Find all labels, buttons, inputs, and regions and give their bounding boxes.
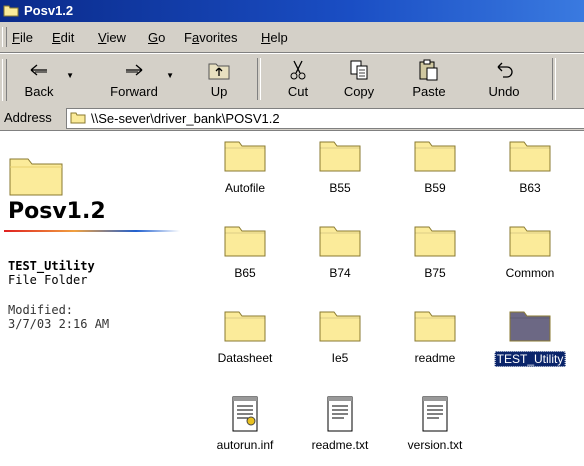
folder-icon xyxy=(508,307,552,346)
item-label: autorun.inf xyxy=(216,438,274,452)
folder-icon xyxy=(318,222,362,261)
folder-icon xyxy=(223,222,267,261)
folder-icon xyxy=(223,137,267,176)
toolbar-separator xyxy=(257,58,261,100)
standard-toolbar: Back ▼ Forward ▼ Up Cut Copy Paste Undo xyxy=(0,53,584,107)
folder-icon xyxy=(3,5,19,17)
folder-item[interactable]: Autofile xyxy=(205,137,285,209)
folder-item[interactable]: readme xyxy=(395,307,475,379)
toolbar-separator xyxy=(552,58,556,100)
item-label: version.txt xyxy=(407,438,463,452)
address-label: Address xyxy=(4,110,52,125)
folder-icon xyxy=(413,307,457,346)
folder-icon xyxy=(318,137,362,176)
item-label: B75 xyxy=(424,266,446,280)
address-input[interactable]: \\Se-sever\driver_bank\POSV1.2 xyxy=(66,108,584,129)
item-label: Common xyxy=(505,266,555,280)
modified-label: Modified: xyxy=(8,303,74,317)
item-label: readme xyxy=(414,351,456,365)
item-label: B63 xyxy=(519,181,541,195)
file-item[interactable]: version.txt xyxy=(395,394,475,466)
folder-title: Posv1.2 xyxy=(8,199,106,224)
item-label: readme.txt xyxy=(311,438,369,452)
undo-icon xyxy=(497,62,513,78)
text-file-icon xyxy=(413,394,457,437)
forward-dropdown-icon[interactable]: ▼ xyxy=(166,71,174,80)
address-path: \\Se-sever\driver_bank\POSV1.2 xyxy=(91,111,280,126)
item-label: B74 xyxy=(329,266,351,280)
menu-edit[interactable]: Edit xyxy=(52,30,74,45)
item-label: Autofile xyxy=(224,181,266,195)
folder-icon xyxy=(70,112,86,124)
cut-button[interactable]: Cut xyxy=(276,56,320,102)
title-divider xyxy=(4,230,180,232)
folder-item[interactable]: B55 xyxy=(300,137,380,209)
selected-item-name: TEST_Utility xyxy=(8,259,95,273)
item-label: Datasheet xyxy=(217,351,273,365)
forward-arrow-icon xyxy=(126,64,143,76)
folder-item[interactable]: B59 xyxy=(395,137,475,209)
menu-grip xyxy=(2,27,7,47)
item-label: B65 xyxy=(234,266,256,280)
up-button[interactable]: Up xyxy=(197,56,241,102)
back-button[interactable]: Back ▼ xyxy=(14,56,74,102)
file-item[interactable]: autorun.inf xyxy=(205,394,285,466)
text-file-icon xyxy=(318,394,362,437)
menu-file[interactable]: File xyxy=(12,30,33,45)
folder-info-pane: Posv1.2 TEST_Utility File Folder Modifie… xyxy=(0,131,200,456)
menu-help[interactable]: Help xyxy=(261,30,288,45)
folder-item[interactable]: TEST_Utility xyxy=(490,307,570,379)
copy-button[interactable]: Copy xyxy=(334,56,384,102)
folder-item[interactable]: B65 xyxy=(205,222,285,294)
item-label: B59 xyxy=(424,181,446,195)
folder-item[interactable]: B63 xyxy=(490,137,570,209)
undo-button[interactable]: Undo xyxy=(480,56,528,102)
menu-go[interactable]: Go xyxy=(148,30,165,45)
address-bar: Address \\Se-sever\driver_bank\POSV1.2 xyxy=(0,106,584,131)
title-bar[interactable]: Posv1.2 xyxy=(0,0,584,22)
toolbar-grip xyxy=(2,59,7,101)
folder-icon xyxy=(9,158,63,196)
up-folder-icon xyxy=(208,63,230,80)
folder-item[interactable]: Ie5 xyxy=(300,307,380,379)
folder-icon xyxy=(223,307,267,346)
menu-bar: File Edit View Go Favorites Help xyxy=(0,22,584,53)
modified-date: 3/7/03 2:16 AM xyxy=(8,317,110,331)
back-dropdown-icon[interactable]: ▼ xyxy=(66,71,74,80)
folder-item[interactable]: B75 xyxy=(395,222,475,294)
folder-icon xyxy=(318,307,362,346)
paste-icon xyxy=(419,59,438,81)
menu-favorites[interactable]: Favorites xyxy=(184,30,237,45)
copy-icon xyxy=(350,60,368,80)
window-title: Posv1.2 xyxy=(24,3,74,18)
folder-icon xyxy=(413,137,457,176)
forward-button[interactable]: Forward ▼ xyxy=(104,56,174,102)
paste-button[interactable]: Paste xyxy=(404,56,454,102)
selected-item-type: File Folder xyxy=(8,273,88,287)
menu-view[interactable]: View xyxy=(98,30,126,45)
settings-file-icon xyxy=(223,394,267,437)
item-label: Ie5 xyxy=(331,351,349,365)
item-label: B55 xyxy=(329,181,351,195)
folder-item[interactable]: B74 xyxy=(300,222,380,294)
folder-icon xyxy=(508,222,552,261)
folder-item[interactable]: Datasheet xyxy=(205,307,285,379)
scissors-icon xyxy=(290,60,306,80)
folder-icon xyxy=(508,137,552,176)
file-item[interactable]: readme.txt xyxy=(300,394,380,466)
back-arrow-icon xyxy=(30,64,47,76)
folder-icon xyxy=(413,222,457,261)
item-label: TEST_Utility xyxy=(494,351,566,367)
folder-item[interactable]: Common xyxy=(490,222,570,294)
